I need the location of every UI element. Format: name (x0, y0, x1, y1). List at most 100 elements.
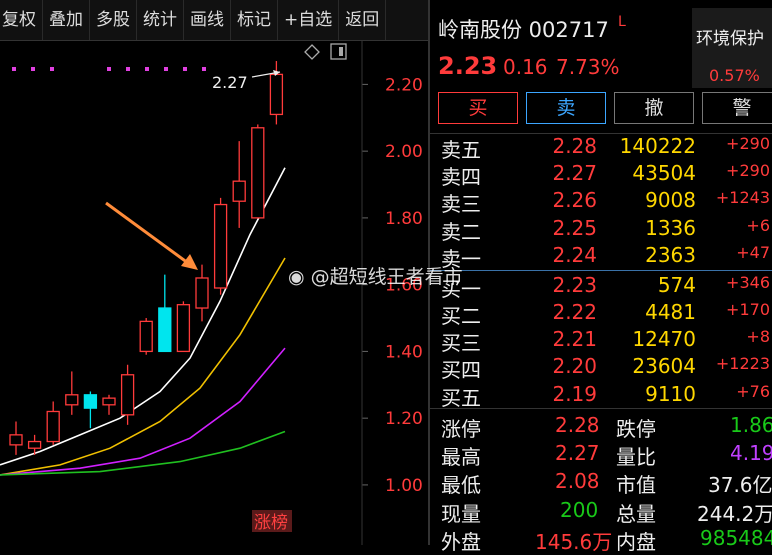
candle-body (176, 304, 191, 353)
price-change: 0.16 (503, 55, 548, 79)
price-tick-label: 1.80 (385, 209, 423, 229)
marker-dots (12, 67, 206, 71)
order-book-row[interactable]: 卖五 2.28 140222 +290 (430, 134, 772, 162)
marker-dot (183, 67, 187, 71)
price-axis: 2.202.001.801.601.401.201.00 (361, 41, 423, 545)
order-book-row[interactable]: 买二 2.22 4481 +170 (430, 300, 772, 328)
sell-button[interactable]: 卖 (526, 92, 606, 124)
outer-volume-label: 外盘 (441, 530, 481, 554)
order-level-label: 买二 (441, 304, 481, 328)
sector-tile[interactable]: 环境保护 0.57% (692, 8, 772, 88)
order-level-label: 买三 (441, 331, 481, 355)
order-book-row[interactable]: 买三 2.21 12470 +8 (430, 327, 772, 355)
candle-body (27, 440, 42, 449)
order-price: 2.19 (552, 382, 597, 406)
price-tick-label: 1.20 (385, 409, 423, 429)
stock-title: 岭南股份 002717 (438, 18, 609, 42)
statistics-button[interactable]: 统计 (137, 0, 184, 40)
order-book-row[interactable]: 卖一 2.24 2363 +47 (430, 243, 772, 271)
limit-up-value: 2.28 (555, 413, 600, 437)
order-volume: 9008 (645, 188, 696, 212)
kline-chart[interactable]: 2.20 2.00 1.80 1.60 1.40 1.20 1.00 2.27 涨榜 (0, 41, 428, 545)
restore-rights-button[interactable]: 复权 (0, 0, 43, 40)
order-book-row[interactable]: 卖二 2.25 1336 +6 (430, 216, 772, 244)
high-label: 最高 (441, 445, 481, 469)
sector-pct: 0.57% (709, 66, 760, 85)
pointer-arrow-shaft (105, 201, 189, 265)
order-price: 2.25 (552, 216, 597, 240)
total-volume-label: 总量 (616, 502, 656, 526)
order-change: +290 (726, 134, 770, 153)
order-change: +76 (736, 382, 770, 401)
order-book-row[interactable]: 买五 2.19 9110 +76 (430, 382, 772, 410)
order-volume: 4481 (645, 300, 696, 324)
marker-dot (202, 67, 206, 71)
stats-divider (430, 408, 772, 409)
panel-toggle-icon[interactable] (330, 43, 347, 60)
quote-panel: 岭南股份 002717 L 2.23 0.16 7.73% 环境保护 0.57%… (430, 0, 772, 554)
order-volume: 2363 (645, 243, 696, 267)
cancel-order-button[interactable]: 撤 (614, 92, 694, 124)
pointer-arrow-head (181, 254, 198, 270)
volume-ratio-value: 4.19 (730, 441, 772, 465)
order-volume: 574 (657, 273, 696, 297)
kline-chart-svg: 2.202.001.801.601.401.201.00 2.27 涨榜 (0, 41, 423, 545)
order-change: +346 (726, 273, 770, 292)
price-tick-label: 2.00 (385, 142, 423, 162)
overlay-button[interactable]: 叠加 (43, 0, 90, 40)
order-price: 2.22 (552, 300, 597, 324)
diamond-icon[interactable] (304, 44, 320, 60)
order-book-row[interactable]: 卖四 2.27 43504 +290 (430, 161, 772, 189)
marker-dot (12, 67, 16, 71)
limit-down-value: 1.86 (730, 413, 772, 437)
back-button[interactable]: 返回 (339, 0, 387, 40)
order-level-label: 卖二 (441, 220, 481, 244)
order-price: 2.23 (552, 273, 597, 297)
candle-body (120, 374, 135, 416)
buy-button[interactable]: 买 (438, 92, 518, 124)
order-level-label: 买四 (441, 358, 481, 382)
marker-dot (164, 67, 168, 71)
candle-body (46, 410, 60, 443)
stock-flag: L (618, 14, 626, 30)
candle-body (158, 307, 172, 353)
inner-volume-label: 内盘 (616, 530, 656, 554)
order-change: +170 (726, 300, 770, 319)
current-volume-value: 200 (560, 498, 599, 522)
marker-dot (31, 67, 35, 71)
order-level-label: 卖四 (441, 165, 481, 189)
order-price: 2.26 (552, 188, 597, 212)
order-book-row[interactable]: 卖三 2.26 9008 +1243 (430, 188, 772, 216)
candle-body (65, 394, 79, 406)
marker-dot (126, 67, 130, 71)
draw-line-button[interactable]: 画线 (184, 0, 231, 40)
sector-name: 环境保护 (696, 29, 764, 49)
mark-button[interactable]: 标记 (231, 0, 278, 40)
candle-body (213, 203, 228, 289)
order-level-label: 买五 (441, 386, 481, 410)
order-change: +1243 (715, 188, 770, 207)
limit-up-badge-label: 涨榜 (254, 513, 288, 533)
total-volume-value: 244.2万 (697, 502, 772, 526)
candles (9, 61, 284, 455)
candle-body (83, 394, 98, 409)
trade-buttons: 买 卖 撤 警 (438, 92, 772, 124)
add-watchlist-button[interactable]: +自选 (278, 0, 340, 40)
inner-volume-value: 985484 (700, 526, 772, 550)
order-book-row[interactable]: 买一 2.23 574 +346 (430, 273, 772, 301)
candle-body (251, 127, 265, 219)
pointer-arrow (105, 201, 198, 270)
marker-dot (50, 67, 54, 71)
order-book-row[interactable]: 买四 2.20 23604 +1223 (430, 354, 772, 382)
weibo-icon: ◉ (288, 266, 305, 288)
multi-stock-button[interactable]: 多股 (90, 0, 137, 40)
market-cap-value: 37.6亿 (708, 473, 772, 497)
candle-body (102, 397, 116, 406)
order-level-label: 卖三 (441, 192, 481, 216)
candle-body (9, 434, 23, 446)
order-volume: 140222 (619, 134, 696, 158)
price-tick-label: 1.00 (385, 476, 423, 496)
alert-button[interactable]: 警 (702, 92, 772, 124)
order-level-label: 卖五 (441, 138, 481, 162)
current-volume-label: 现量 (441, 502, 481, 526)
